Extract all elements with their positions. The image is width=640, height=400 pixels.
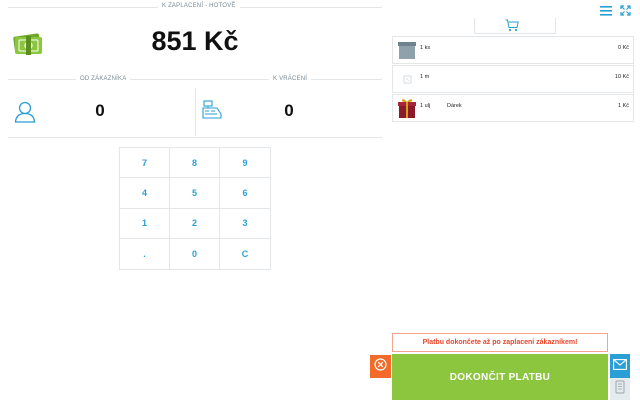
cancel-button[interactable]: [370, 355, 391, 378]
email-receipt-button[interactable]: [610, 354, 630, 378]
key-1[interactable]: 1: [120, 208, 170, 239]
cart-item-qty: 1 ks: [420, 45, 431, 51]
user-icon: [14, 100, 36, 124]
gray-box-icon: [396, 39, 418, 61]
key-9[interactable]: 9: [220, 148, 270, 179]
cart-item-price: 0 Kč: [617, 45, 629, 51]
cart-icon[interactable]: [505, 19, 519, 32]
mail-icon: [613, 357, 627, 375]
key-8[interactable]: 8: [170, 148, 220, 179]
register-icon: [201, 100, 223, 120]
fullscreen-icon[interactable]: [620, 3, 631, 16]
finish-payment-button[interactable]: DOKONČIT PLATBU: [392, 354, 608, 400]
cart-panel: 1 ks 0 Kč 1 m 10 Kč 1 ulj Dárek 1 Kč Pla…: [370, 0, 640, 400]
key-3[interactable]: 3: [220, 209, 270, 239]
key-decimal[interactable]: .: [120, 238, 170, 269]
cash-stack-icon: [12, 30, 44, 58]
payment-warning: Platbu dokončete až po zaplacení zákazní…: [392, 333, 608, 352]
change-value: 0: [284, 101, 294, 120]
divider: [8, 137, 382, 138]
key-6[interactable]: 6: [220, 178, 270, 209]
cart-item-name: Dárek: [447, 103, 462, 109]
cart-item-qty: 1 ulj: [420, 103, 431, 109]
key-7[interactable]: 7: [120, 148, 170, 179]
change-label: K VRÁCENÍ: [269, 76, 312, 82]
cart-items-list: 1 ks 0 Kč 1 m 10 Kč 1 ulj Dárek 1 Kč: [392, 36, 634, 123]
close-circle-icon: [374, 357, 387, 376]
cart-item-price: 1 Kč: [617, 103, 629, 109]
print-icon: [615, 380, 625, 399]
gift-icon: [396, 97, 418, 119]
from-customer-value[interactable]: 0: [80, 101, 120, 121]
cart-item-price: 10 Kč: [614, 74, 629, 80]
cart-item[interactable]: 1 m 10 Kč: [392, 65, 634, 93]
blank-box-icon: [396, 68, 418, 90]
key-2[interactable]: 2: [170, 208, 220, 239]
key-0[interactable]: 0: [170, 238, 220, 269]
print-receipt-button[interactable]: [610, 378, 630, 400]
cart-item[interactable]: 1 ulj Dárek 1 Kč: [392, 94, 634, 122]
to-pay-label: K ZAPLACENÍ - HOTOVĚ: [158, 3, 240, 9]
payment-panel: K ZAPLACENÍ - HOTOVĚ 851 Kč OD ZÁKAZNÍKA…: [0, 0, 390, 400]
key-4[interactable]: 4: [120, 178, 170, 209]
hamburger-menu-icon[interactable]: [600, 3, 612, 16]
amount-due: 851 Kč: [151, 26, 239, 56]
cart-item[interactable]: 1 ks 0 Kč: [392, 36, 634, 64]
divider: [8, 79, 382, 80]
numeric-keypad: 7 8 9 4 5 6 1 2 3 . 0 C: [119, 147, 271, 270]
payment-screen: K ZAPLACENÍ - HOTOVĚ 851 Kč OD ZÁKAZNÍKA…: [0, 0, 640, 400]
key-clear[interactable]: C: [220, 239, 270, 269]
divider: [195, 88, 196, 136]
from-customer-label: OD ZÁKAZNÍKA: [76, 76, 131, 82]
cart-item-qty: 1 m: [420, 74, 430, 80]
key-5[interactable]: 5: [170, 178, 220, 209]
